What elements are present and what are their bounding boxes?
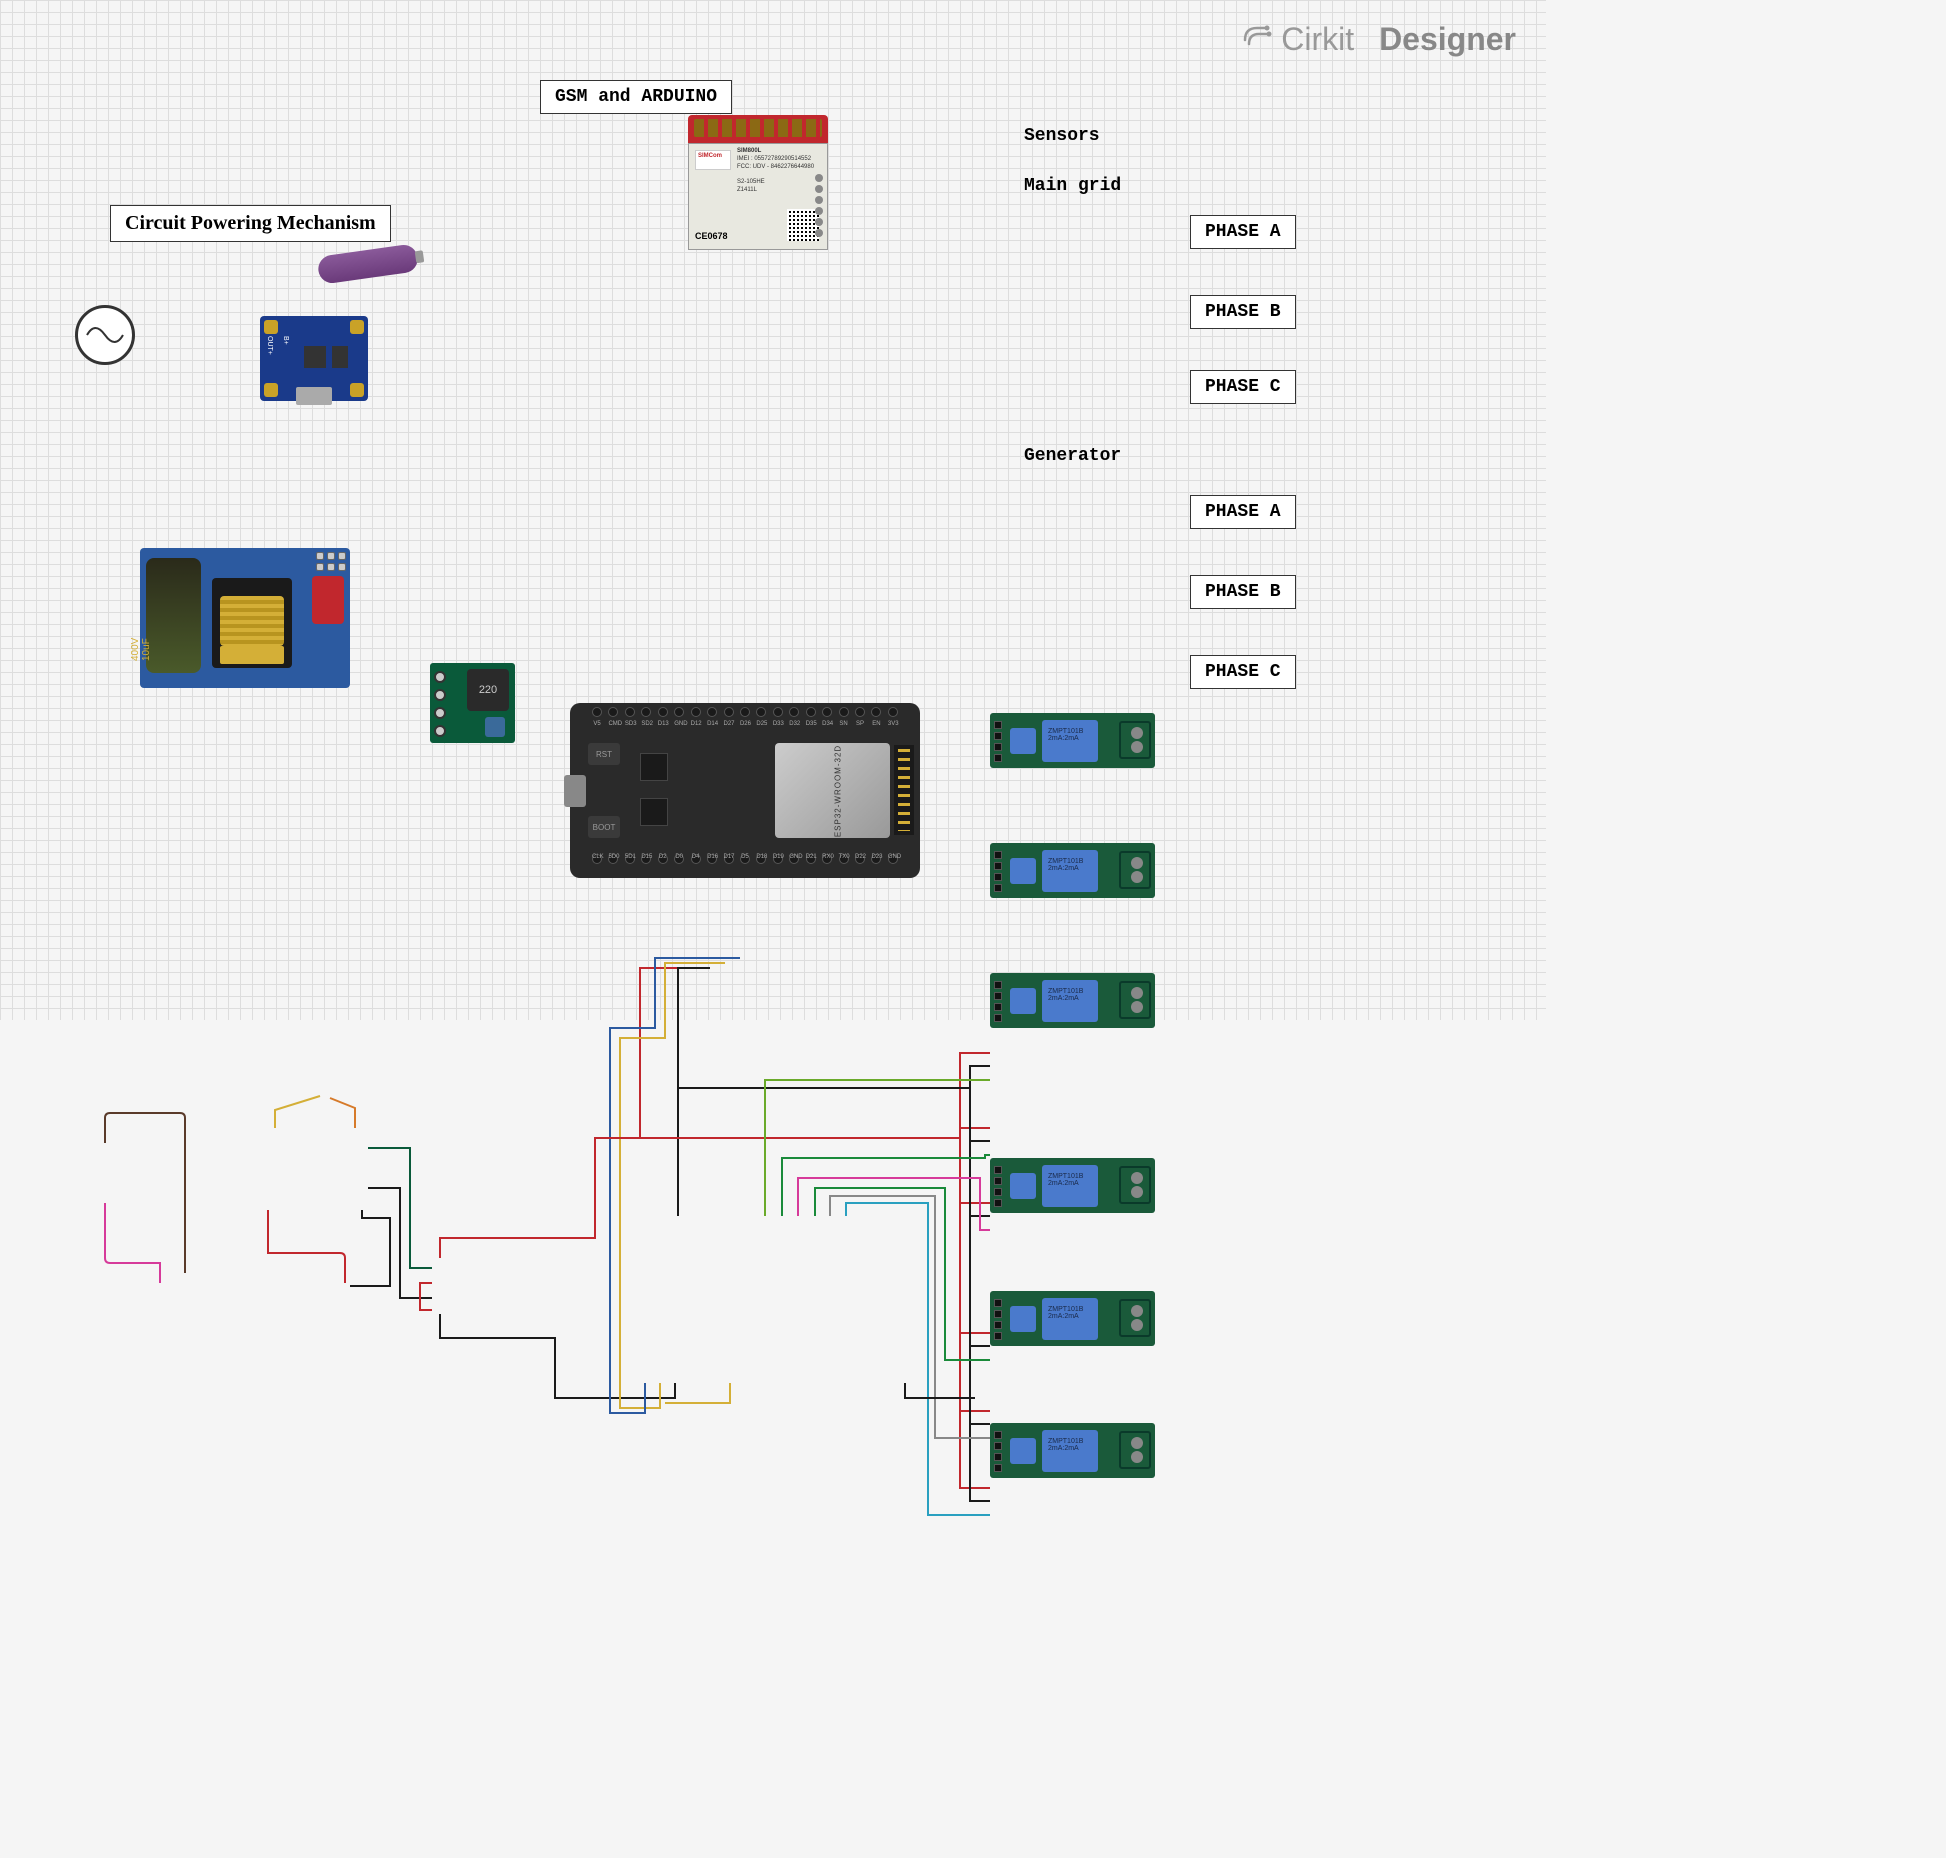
label-gen-phase-a: PHASE A [1190, 495, 1296, 529]
sensor-gen-phase-a[interactable] [990, 1158, 1155, 1213]
gsm-sim800l-module[interactable]: SIM800L IMEI : 05572789290514552 FCC: UD… [688, 115, 828, 250]
label-main-phase-c: PHASE C [1190, 370, 1296, 404]
gsm-info-text: SIM800L IMEI : 05572789290514552 FCC: UD… [737, 148, 814, 195]
sine-wave-icon [85, 325, 125, 345]
gsm-sn: S2-105HE [737, 179, 765, 185]
label-gen-phase-c: PHASE C [1190, 655, 1296, 689]
label-sensors: Sensors [1010, 120, 1114, 152]
watermark-product: Designer [1379, 21, 1516, 58]
esp32-bottom-labels: CLK5D05D1D15D2D0D4D16D17D5D18D19GNDD21RX… [592, 854, 898, 860]
pad-b-plus [350, 320, 364, 334]
sensor-pot-icon [1010, 728, 1036, 754]
gsm-body: SIM800L IMEI : 05572789290514552 FCC: UD… [688, 143, 828, 250]
boost-converter-module[interactable]: 220 [430, 663, 515, 743]
pad-out-minus [264, 383, 278, 397]
esp32-rf-shield [775, 743, 890, 838]
label-gsm-arduino: GSM and ARDUINO [540, 80, 732, 114]
inductor-icon: 220 [467, 669, 509, 711]
esp32-antenna-icon [894, 745, 914, 835]
label-generator: Generator [1010, 440, 1135, 472]
app-watermark: Cirkit Designer [1241, 20, 1516, 59]
gsm-header-pins [688, 115, 828, 143]
esp32-rst-button[interactable]: RST [588, 743, 620, 765]
ac-source[interactable] [75, 305, 135, 365]
transformer-icon [212, 578, 292, 668]
tp-ic2 [332, 346, 348, 368]
boost-io-pads [434, 671, 446, 737]
acdc-red-block [312, 576, 344, 624]
gsm-rev: Z1411L [737, 187, 757, 193]
simcom-chip-icon [695, 150, 731, 170]
gsm-model: SIM800L [737, 148, 761, 154]
zmpt-transformer-icon [1042, 720, 1098, 762]
sensor-gen-phase-c[interactable] [990, 1423, 1155, 1478]
tp-label-b-plus: B+ [282, 336, 289, 345]
acdc-output-pins [316, 552, 346, 571]
esp32-top-labels: V5CMDSD3SD2D13GNDD12D14D27D26D25D33D32D3… [592, 721, 898, 727]
gsm-side-pins [815, 174, 823, 237]
screw-terminal-icon [1119, 721, 1151, 759]
sensor-main-phase-a[interactable] [990, 713, 1155, 768]
label-main-grid: Main grid [1010, 170, 1135, 202]
sensor-main-phase-b[interactable] [990, 843, 1155, 898]
esp32-reg-chip [640, 798, 668, 826]
esp32-devkit[interactable]: V5CMDSD3SD2D13GNDD12D14D27D26D25D33D32D3… [570, 703, 920, 878]
watermark-logo-icon [1241, 20, 1273, 59]
gsm-imei: IMEI : 05572789290514552 [737, 156, 811, 162]
trim-pot-icon [485, 717, 505, 737]
label-gen-phase-b: PHASE B [1190, 575, 1296, 609]
sensor-main-phase-c[interactable] [990, 973, 1155, 1028]
gsm-ce-mark: CE0678 [695, 231, 728, 241]
label-powering: Circuit Powering Mechanism [110, 205, 391, 242]
tp-label-out-plus: OUT+ [266, 336, 273, 355]
label-main-phase-b: PHASE B [1190, 295, 1296, 329]
esp32-usb-chip [640, 753, 668, 781]
gsm-fcc: FCC: UDV - 8462276644980 [737, 164, 814, 170]
label-main-phase-a: PHASE A [1190, 215, 1296, 249]
electrolytic-capacitor-icon [146, 558, 201, 673]
pad-b-minus [350, 383, 364, 397]
sensor-gen-phase-b[interactable] [990, 1291, 1155, 1346]
tp4056-charge-module[interactable]: OUT+ B+ [260, 316, 368, 401]
acdc-converter-module[interactable] [140, 548, 350, 688]
watermark-brand: Cirkit [1281, 21, 1354, 58]
pad-out-plus [264, 320, 278, 334]
esp32-boot-button[interactable]: BOOT [588, 816, 620, 838]
micro-usb-icon [296, 387, 332, 405]
tp-ic [304, 346, 326, 368]
esp32-usb-icon [564, 775, 586, 807]
